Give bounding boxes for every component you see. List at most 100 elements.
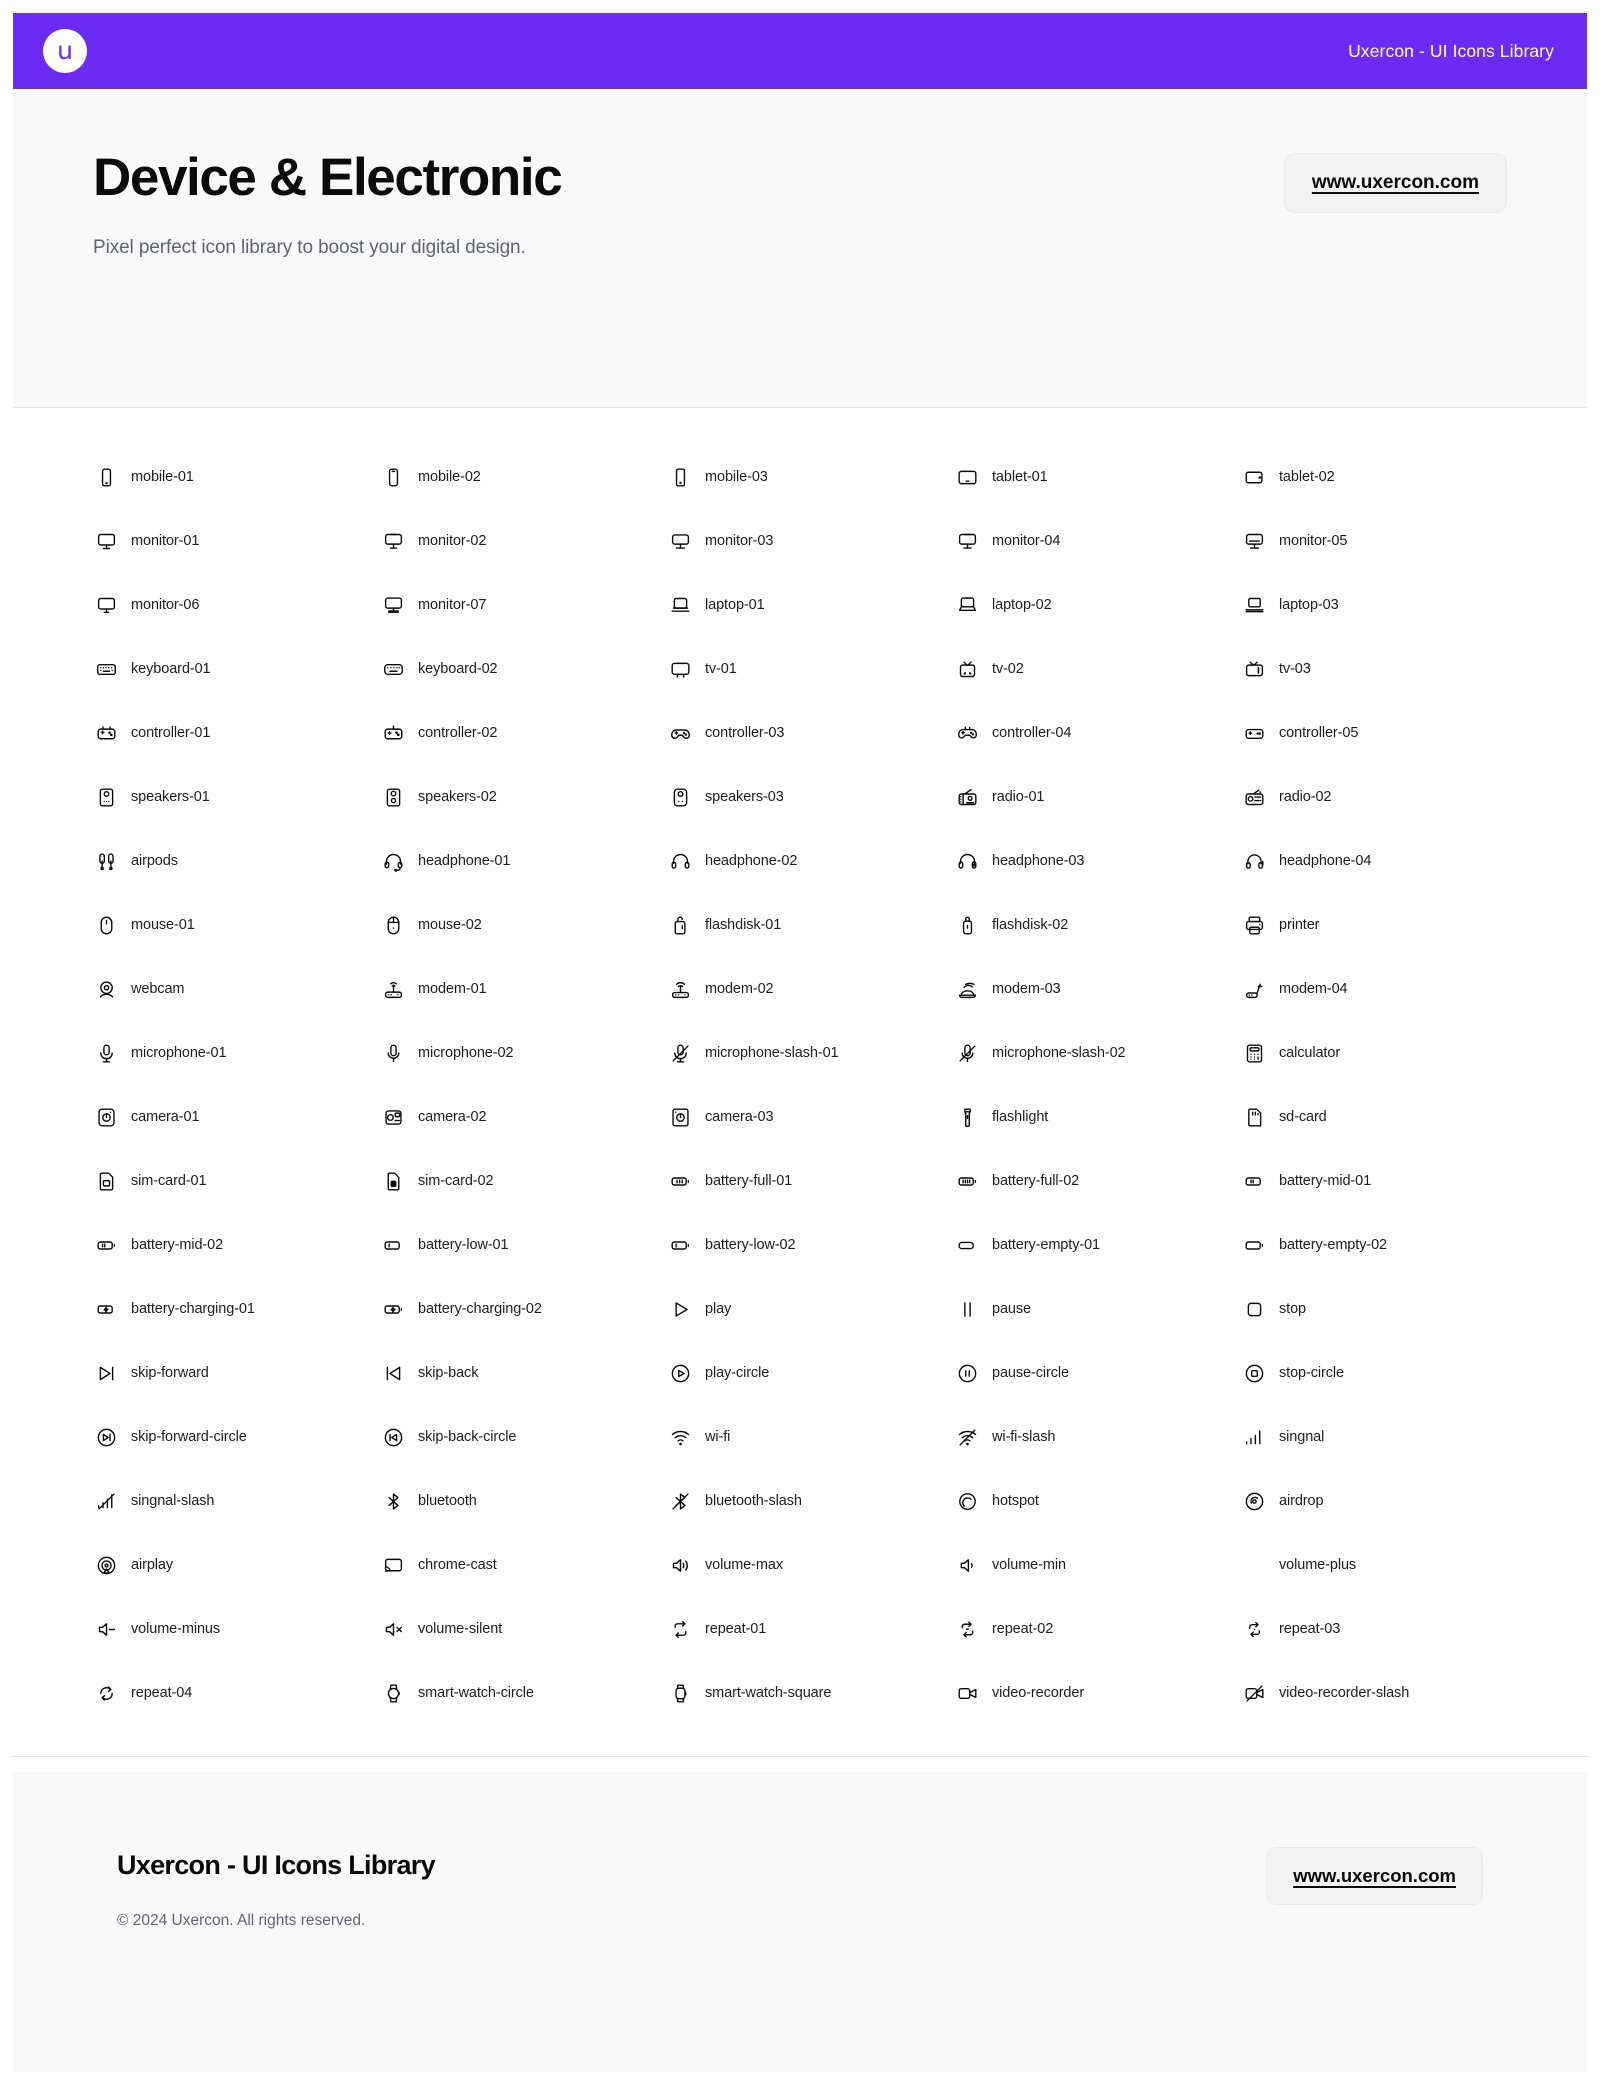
icon-cell[interactable]: camera-03 [669, 1085, 956, 1149]
icon-cell[interactable]: stop-circle [1243, 1341, 1530, 1405]
icon-cell[interactable]: tv-02 [956, 637, 1243, 701]
icon-cell[interactable]: controller-05 [1243, 701, 1530, 765]
icon-cell[interactable]: singnal [1243, 1405, 1530, 1469]
icon-cell[interactable]: headphone-04 [1243, 829, 1530, 893]
icon-cell[interactable]: volume-max [669, 1533, 956, 1597]
icon-cell[interactable]: mouse-01 [95, 893, 382, 957]
icon-cell[interactable]: microphone-02 [382, 1021, 669, 1085]
icon-cell[interactable]: tablet-02 [1243, 445, 1530, 509]
icon-cell[interactable]: battery-charging-02 [382, 1277, 669, 1341]
icon-cell[interactable]: airpods [95, 829, 382, 893]
icon-cell[interactable]: battery-low-01 [382, 1213, 669, 1277]
icon-cell[interactable]: controller-04 [956, 701, 1243, 765]
icon-cell[interactable]: volume-min [956, 1533, 1243, 1597]
icon-cell[interactable]: webcam [95, 957, 382, 1021]
icon-cell[interactable]: microphone-slash-01 [669, 1021, 956, 1085]
icon-cell[interactable]: stop [1243, 1277, 1530, 1341]
icon-cell[interactable]: pause [956, 1277, 1243, 1341]
icon-cell[interactable]: tv-03 [1243, 637, 1530, 701]
icon-cell[interactable]: volume-silent [382, 1597, 669, 1661]
icon-cell[interactable]: keyboard-02 [382, 637, 669, 701]
icon-cell[interactable]: flashlight [956, 1085, 1243, 1149]
icon-cell[interactable]: repeat-02 [956, 1597, 1243, 1661]
icon-cell[interactable]: monitor-02 [382, 509, 669, 573]
icon-cell[interactable]: mobile-01 [95, 445, 382, 509]
icon-cell[interactable]: battery-mid-01 [1243, 1149, 1530, 1213]
icon-cell[interactable]: mobile-03 [669, 445, 956, 509]
icon-cell[interactable]: skip-back-circle [382, 1405, 669, 1469]
icon-cell[interactable]: repeat-01 [669, 1597, 956, 1661]
icon-cell[interactable]: smart-watch-square [669, 1661, 956, 1725]
icon-cell[interactable]: video-recorder-slash [1243, 1661, 1530, 1725]
hero-website-button[interactable]: www.uxercon.com [1283, 153, 1507, 213]
icon-cell[interactable]: speakers-01 [95, 765, 382, 829]
icon-cell[interactable]: bluetooth-slash [669, 1469, 956, 1533]
icon-cell[interactable]: battery-full-01 [669, 1149, 956, 1213]
icon-cell[interactable]: battery-low-02 [669, 1213, 956, 1277]
icon-cell[interactable]: radio-02 [1243, 765, 1530, 829]
icon-cell[interactable]: play [669, 1277, 956, 1341]
icon-cell[interactable]: video-recorder [956, 1661, 1243, 1725]
icon-cell[interactable]: modem-03 [956, 957, 1243, 1021]
icon-cell[interactable]: controller-03 [669, 701, 956, 765]
icon-cell[interactable]: camera-01 [95, 1085, 382, 1149]
icon-cell[interactable]: camera-02 [382, 1085, 669, 1149]
icon-cell[interactable]: sd-card [1243, 1085, 1530, 1149]
icon-cell[interactable]: tv-01 [669, 637, 956, 701]
icon-cell[interactable]: tablet-01 [956, 445, 1243, 509]
icon-cell[interactable]: sim-card-01 [95, 1149, 382, 1213]
icon-cell[interactable]: speakers-03 [669, 765, 956, 829]
icon-cell[interactable]: flashdisk-01 [669, 893, 956, 957]
icon-cell[interactable]: mouse-02 [382, 893, 669, 957]
icon-cell[interactable]: monitor-05 [1243, 509, 1530, 573]
icon-cell[interactable]: calculator [1243, 1021, 1530, 1085]
icon-cell[interactable]: laptop-01 [669, 573, 956, 637]
icon-cell[interactable]: monitor-06 [95, 573, 382, 637]
footer-website-button[interactable]: www.uxercon.com [1266, 1847, 1483, 1905]
icon-cell[interactable]: battery-charging-01 [95, 1277, 382, 1341]
icon-cell[interactable]: speakers-02 [382, 765, 669, 829]
icon-cell[interactable]: keyboard-01 [95, 637, 382, 701]
icon-cell[interactable]: repeat-04 [95, 1661, 382, 1725]
icon-cell[interactable]: mobile-02 [382, 445, 669, 509]
icon-cell[interactable]: wi-fi [669, 1405, 956, 1469]
icon-cell[interactable]: skip-back [382, 1341, 669, 1405]
uxercon-logo-icon[interactable]: u [43, 29, 87, 73]
icon-cell[interactable]: modem-04 [1243, 957, 1530, 1021]
icon-cell[interactable]: skip-forward-circle [95, 1405, 382, 1469]
icon-cell[interactable]: wi-fi-slash [956, 1405, 1243, 1469]
icon-cell[interactable]: monitor-03 [669, 509, 956, 573]
icon-cell[interactable]: laptop-03 [1243, 573, 1530, 637]
icon-cell[interactable]: controller-02 [382, 701, 669, 765]
icon-cell[interactable]: controller-01 [95, 701, 382, 765]
icon-cell[interactable]: singnal-slash [95, 1469, 382, 1533]
icon-cell[interactable]: bluetooth [382, 1469, 669, 1533]
icon-cell[interactable]: airplay [95, 1533, 382, 1597]
icon-cell[interactable]: monitor-04 [956, 509, 1243, 573]
icon-cell[interactable]: flashdisk-02 [956, 893, 1243, 957]
icon-cell[interactable]: laptop-02 [956, 573, 1243, 637]
icon-cell[interactable]: modem-02 [669, 957, 956, 1021]
icon-cell[interactable]: volume-plus [1243, 1533, 1530, 1597]
icon-cell[interactable]: play-circle [669, 1341, 956, 1405]
icon-cell[interactable]: battery-empty-01 [956, 1213, 1243, 1277]
icon-cell[interactable]: radio-01 [956, 765, 1243, 829]
icon-cell[interactable]: airdrop [1243, 1469, 1530, 1533]
icon-cell[interactable]: pause-circle [956, 1341, 1243, 1405]
icon-cell[interactable]: skip-forward [95, 1341, 382, 1405]
icon-cell[interactable]: headphone-01 [382, 829, 669, 893]
icon-cell[interactable]: battery-full-02 [956, 1149, 1243, 1213]
icon-cell[interactable]: microphone-01 [95, 1021, 382, 1085]
icon-cell[interactable]: headphone-03 [956, 829, 1243, 893]
icon-cell[interactable]: modem-01 [382, 957, 669, 1021]
icon-cell[interactable]: sim-card-02 [382, 1149, 669, 1213]
icon-cell[interactable]: smart-watch-circle [382, 1661, 669, 1725]
icon-cell[interactable]: monitor-07 [382, 573, 669, 637]
icon-cell[interactable]: battery-mid-02 [95, 1213, 382, 1277]
icon-cell[interactable]: printer [1243, 893, 1530, 957]
icon-cell[interactable]: hotspot [956, 1469, 1243, 1533]
icon-cell[interactable]: battery-empty-02 [1243, 1213, 1530, 1277]
icon-cell[interactable]: monitor-01 [95, 509, 382, 573]
icon-cell[interactable]: volume-minus [95, 1597, 382, 1661]
icon-cell[interactable]: repeat-03 [1243, 1597, 1530, 1661]
